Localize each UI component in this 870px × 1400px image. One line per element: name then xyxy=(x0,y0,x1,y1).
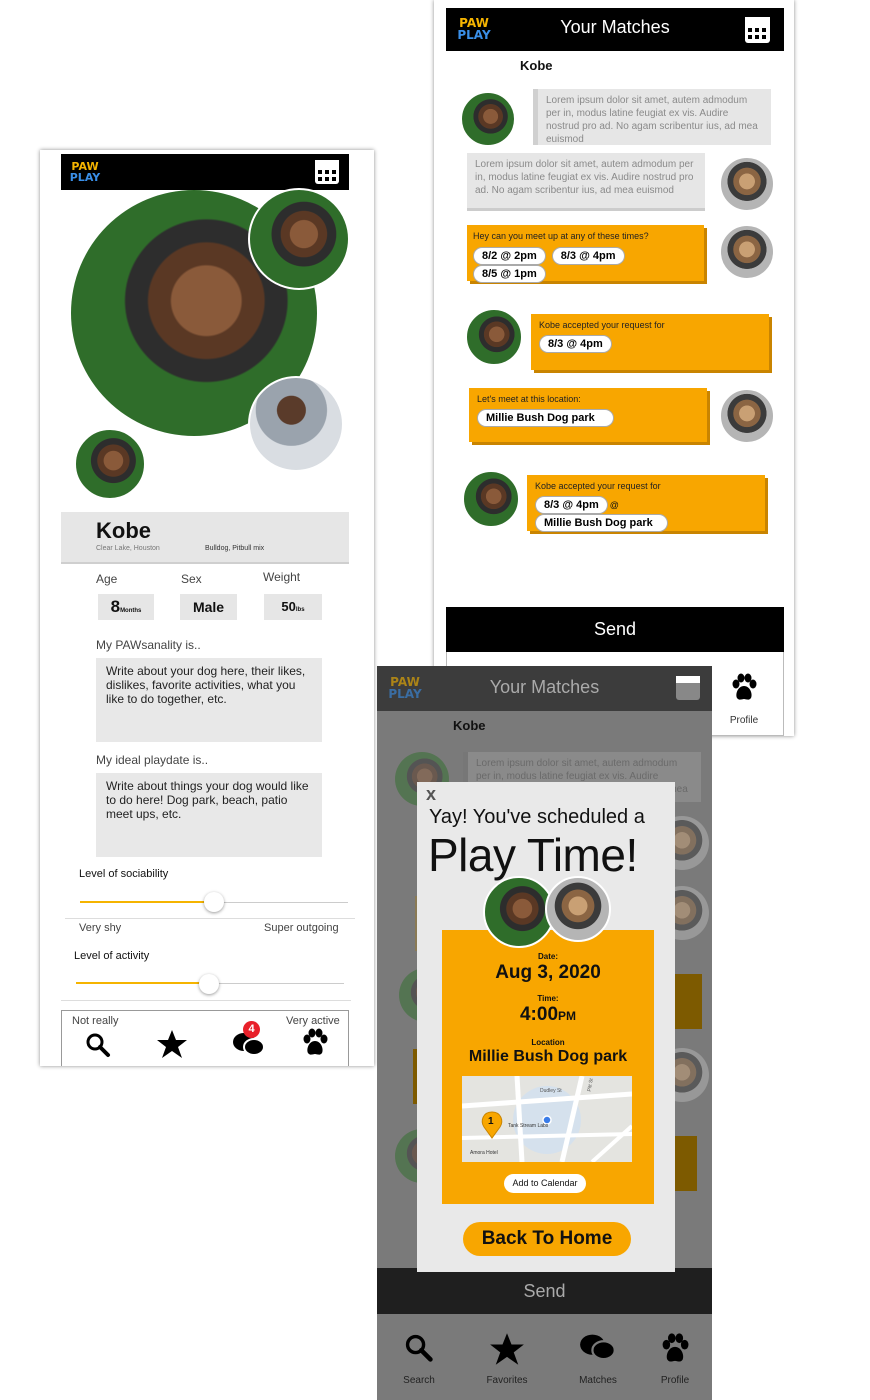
dog-name: Kobe xyxy=(96,518,151,543)
location-label: Location xyxy=(531,1038,565,1047)
add-to-calendar-button[interactable]: Add to Calendar xyxy=(504,1174,586,1193)
accepted-time-pill: 8/3 @ 4pm xyxy=(535,496,608,514)
activity-fill xyxy=(76,982,210,984)
location-value: Millie Bush Dog park xyxy=(468,1048,628,1065)
final-accepted-message: Kobe accepted your request for 8/3 @ 4pm… xyxy=(527,475,765,532)
sociability-max: Super outgoing xyxy=(264,922,339,934)
map-pin-number: 1 xyxy=(488,1116,494,1127)
profile-bottom-nav: Not really Very active 4 xyxy=(61,1010,349,1066)
matches-topbar: PAW PLAY Your Matches xyxy=(446,8,784,51)
star-icon xyxy=(490,1333,524,1365)
sex-value-box[interactable]: Male xyxy=(180,594,237,620)
dimmed-send-bar: Send xyxy=(377,1268,712,1314)
nav-profile-label: Profile xyxy=(729,715,759,726)
dog-breed: Bulldog, Pitbull mix xyxy=(205,545,265,552)
nav-search-label: Search xyxy=(403,1375,435,1386)
chat-bubbles-icon xyxy=(580,1334,616,1361)
thumbnail-dog-photo xyxy=(74,428,146,500)
message-outgoing: Lorem ipsum dolor sit amet, autem admodu… xyxy=(467,153,705,211)
my-dog-avatar xyxy=(545,876,611,942)
activity-slider-knob[interactable] xyxy=(199,974,219,994)
dimmed-topbar: PAW PLAY Your Matches xyxy=(377,666,712,711)
dimmed-partner-name: Kobe xyxy=(453,718,486,733)
time-option[interactable]: 8/2 @ 2pm xyxy=(473,247,546,265)
partner-avatar[interactable] xyxy=(462,470,520,528)
partner-avatar[interactable] xyxy=(460,91,516,147)
matches-screen: PAW PLAY Your Matches Kobe Lorem ipsum d… xyxy=(434,0,794,736)
my-avatar[interactable] xyxy=(719,224,775,280)
event-card: Date: Aug 3, 2020 Time: 4:00PM Location … xyxy=(442,930,654,1204)
search-icon[interactable] xyxy=(84,1031,112,1059)
map-hotel-label: Amora Hotel xyxy=(470,1150,498,1156)
location-pill: Millie Bush Dog park xyxy=(535,514,668,532)
back-to-home-button[interactable]: Back To Home xyxy=(463,1222,631,1256)
paw-icon xyxy=(662,1333,689,1362)
sociability-min: Very shy xyxy=(79,922,122,934)
notification-badge: 4 xyxy=(243,1021,260,1038)
date-label: Date: xyxy=(537,952,558,961)
age-label: Age xyxy=(96,572,118,586)
modal-close-button[interactable]: x xyxy=(426,784,436,805)
meet-request-message: Hey can you meet up at any of these time… xyxy=(467,225,704,283)
secondary-dog-photo xyxy=(248,188,350,290)
owner-photo xyxy=(248,376,344,472)
my-avatar[interactable] xyxy=(719,388,775,444)
message-incoming: Lorem ipsum dolor sit amet, autem admodu… xyxy=(533,89,771,145)
calendar-icon[interactable] xyxy=(315,160,339,184)
nav-favorites-label: Favorites xyxy=(486,1375,528,1386)
nav-matches-label: Matches xyxy=(579,1375,617,1386)
calendar-icon xyxy=(676,676,700,700)
search-icon xyxy=(405,1334,433,1362)
my-avatar[interactable] xyxy=(719,156,775,212)
playdate-label: My ideal playdate is.. xyxy=(96,753,209,767)
weight-label: Weight xyxy=(263,570,301,584)
star-icon[interactable] xyxy=(156,1029,188,1059)
profile-topbar: PAW PLAY xyxy=(61,154,349,190)
profile-screen: PAW PLAY Kobe Clear Lake, Houston Bulldo… xyxy=(40,150,374,1066)
age-value-box[interactable]: 8Months xyxy=(98,594,154,620)
pawsanality-label: My PAWsanality is.. xyxy=(96,638,201,652)
date-value: Aug 3, 2020 xyxy=(495,962,601,983)
location-message: Let's meet at this location: Millie Bush… xyxy=(469,388,707,442)
name-panel: Kobe Clear Lake, Houston Bulldog, Pitbul… xyxy=(61,512,349,564)
paw-icon[interactable] xyxy=(731,672,757,704)
sociability-fill xyxy=(80,901,214,903)
time-option[interactable]: 8/3 @ 4pm xyxy=(551,247,625,265)
activity-min: Not really xyxy=(72,1015,119,1027)
app-logo[interactable]: PAW PLAY xyxy=(67,161,103,183)
activity-label: Level of activity xyxy=(74,950,150,962)
playtime-modal: x Yay! You've scheduled a Play Time! Dat… xyxy=(417,782,675,1272)
divider xyxy=(61,1000,351,1001)
send-button[interactable]: Send xyxy=(446,607,784,652)
modal-headline: Yay! You've scheduled a xyxy=(429,806,645,828)
dimmed-bottom-nav: Search Favorites Matches Profile xyxy=(377,1314,712,1400)
map-street-label: Dudley St xyxy=(540,1088,562,1094)
matches-title: Your Matches xyxy=(560,17,670,37)
dog-location: Clear Lake, Houston xyxy=(96,545,160,552)
time-value: 4:00PM xyxy=(519,1004,577,1025)
paw-icon[interactable] xyxy=(302,1028,328,1058)
location-map[interactable]: 1 Dudley St Pitt St Tank Stream Labs Amo… xyxy=(462,1076,632,1162)
chat-partner-name: Kobe xyxy=(520,58,553,73)
playdate-textarea[interactable]: Write about things your dog would like t… xyxy=(96,773,322,857)
time-accepted-message: Kobe accepted your request for 8/3 @ 4pm xyxy=(531,314,769,370)
divider xyxy=(65,918,355,919)
calendar-icon[interactable] xyxy=(745,17,770,43)
accepted-time-pill: 8/3 @ 4pm xyxy=(539,335,612,353)
modal-big-title: Play Time! xyxy=(428,829,638,881)
pawsanality-textarea[interactable]: Write about your dog here, their likes, … xyxy=(96,658,322,742)
nav-profile-label: Profile xyxy=(660,1375,690,1386)
dimmed-matches-title: Your Matches xyxy=(489,677,600,697)
map-poi-label: Tank Stream Labs xyxy=(508,1123,549,1129)
sex-label: Sex xyxy=(181,572,202,586)
weight-value-box[interactable]: 50lbs xyxy=(264,594,322,620)
location-pill[interactable]: Millie Bush Dog park xyxy=(477,409,614,427)
partner-avatar[interactable] xyxy=(465,308,523,366)
time-option[interactable]: 8/5 @ 1pm xyxy=(473,265,546,283)
sociability-slider-knob[interactable] xyxy=(204,892,224,912)
time-label: Time: xyxy=(537,994,559,1003)
sociability-label: Level of sociability xyxy=(79,868,169,880)
activity-max: Very active xyxy=(286,1015,340,1027)
confirmation-screen: PAW PLAY Your Matches Kobe Lorem ipsum d… xyxy=(377,666,712,1400)
